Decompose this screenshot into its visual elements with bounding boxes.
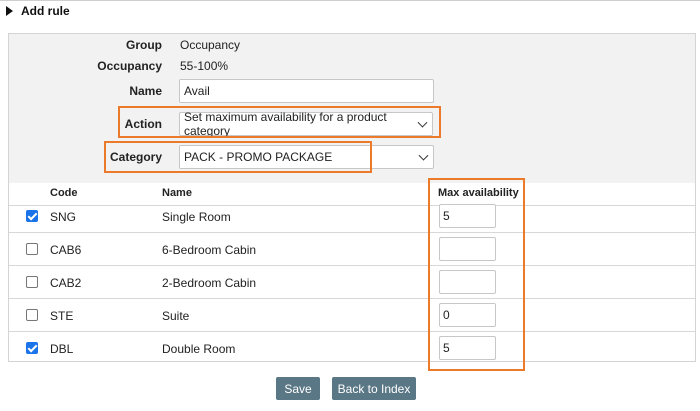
action-select[interactable]: Set maximum availability for a product c…: [179, 110, 433, 138]
occupancy-value: 55-100%: [180, 59, 229, 73]
action-label: Action: [124, 117, 162, 131]
row-code: STE: [50, 309, 74, 323]
name-input-value: Avail: [184, 84, 210, 98]
name-label: Name: [129, 84, 162, 98]
category-label: Category: [109, 150, 162, 164]
top-divider: [0, 0, 700, 1]
max-availability-value: 5: [443, 209, 450, 223]
row-checkbox[interactable]: [26, 342, 38, 354]
group-value: Occupancy: [180, 38, 241, 52]
max-availability-input[interactable]: 5: [439, 336, 496, 360]
column-header-max-availability: Max availability: [438, 187, 519, 199]
row-code: CAB2: [50, 276, 82, 290]
table-row: DBL Double Room 5: [9, 332, 695, 365]
collapse-triangle-icon[interactable]: [6, 6, 13, 16]
add-rule-header[interactable]: Add rule: [6, 2, 70, 20]
rule-panel: Group Occupancy Occupancy 55-100% Name A…: [8, 33, 696, 362]
row-code: DBL: [50, 342, 74, 356]
row-name: Double Room: [162, 342, 236, 356]
max-availability-input[interactable]: 0: [439, 303, 496, 327]
max-availability-input[interactable]: [439, 237, 496, 261]
max-availability-input[interactable]: 5: [439, 204, 496, 228]
table-row: STE Suite 0: [9, 299, 695, 332]
back-to-index-button[interactable]: Back to Index: [332, 377, 416, 400]
column-header-name: Name: [162, 187, 192, 199]
row-name: Suite: [162, 309, 190, 323]
max-availability-value: 0: [443, 308, 450, 322]
occupancy-label: Occupancy: [97, 59, 162, 73]
section-title: Add rule: [21, 4, 70, 18]
row-code: CAB6: [50, 243, 82, 257]
category-selected-value: PACK - PROMO PACKAGE: [184, 150, 333, 164]
row-name: 2-Bedroom Cabin: [162, 276, 257, 290]
column-header-code: Code: [50, 187, 78, 199]
table-row: CAB2 2-Bedroom Cabin: [9, 266, 695, 299]
save-button[interactable]: Save: [276, 377, 320, 400]
max-availability-value: 5: [443, 341, 450, 355]
chevron-down-icon: [418, 150, 429, 161]
row-checkbox[interactable]: [26, 243, 38, 255]
row-checkbox[interactable]: [26, 276, 38, 288]
row-checkbox[interactable]: [26, 309, 38, 321]
row-name: Single Room: [162, 210, 231, 224]
table-row: SNG Single Room 5: [9, 200, 695, 233]
row-code: SNG: [50, 210, 77, 224]
row-name: 6-Bedroom Cabin: [162, 243, 257, 257]
category-select[interactable]: PACK - PROMO PACKAGE: [179, 145, 434, 169]
max-availability-input[interactable]: [439, 270, 496, 294]
row-checkbox[interactable]: [26, 210, 38, 222]
group-label: Group: [126, 38, 162, 52]
rule-form: Group Occupancy Occupancy 55-100% Name A…: [9, 34, 695, 183]
action-selected-value: Set maximum availability for a product c…: [184, 110, 387, 138]
name-input[interactable]: Avail: [179, 79, 434, 103]
table-row: CAB6 6-Bedroom Cabin: [9, 233, 695, 266]
